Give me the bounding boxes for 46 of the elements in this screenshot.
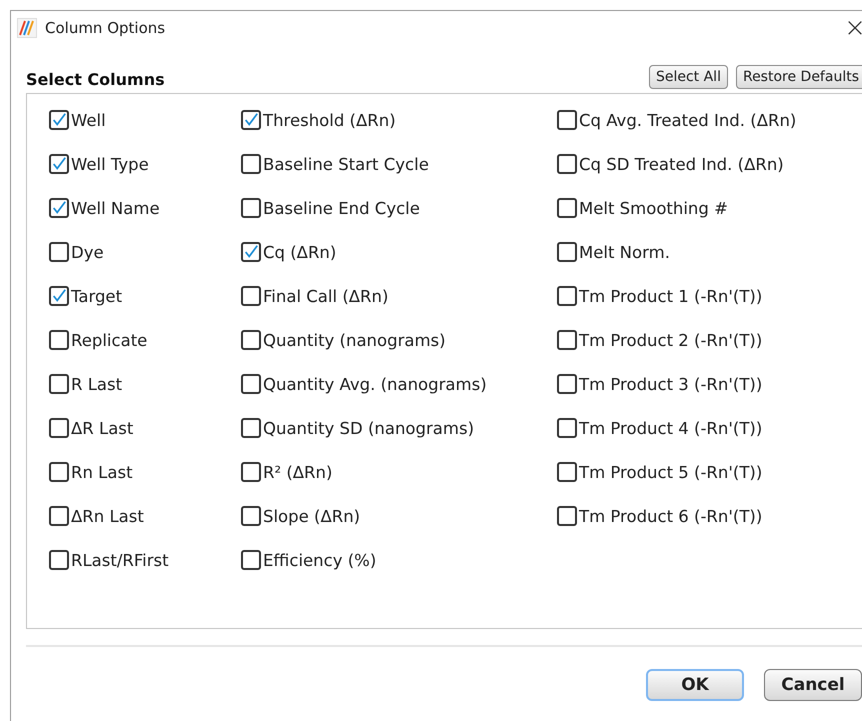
column-checkbox[interactable]: Efficiency (%)	[241, 548, 557, 572]
column-checkbox[interactable]: Tm Product 1 (-Rn'(T))	[557, 284, 796, 308]
column-checkbox[interactable]: Quantity SD (nanograms)	[241, 416, 557, 440]
column-checkbox[interactable]: Well Name	[49, 196, 241, 220]
check-icon	[51, 111, 67, 129]
column-checkbox[interactable]: Dye	[49, 240, 241, 264]
column-checkbox[interactable]: Cq Avg. Treated Ind. (ΔRn)	[557, 108, 796, 132]
column-checkbox[interactable]: R² (ΔRn)	[241, 460, 557, 484]
column-checkbox[interactable]: Tm Product 5 (-Rn'(T))	[557, 460, 796, 484]
column-checkbox[interactable]: Melt Norm.	[557, 240, 796, 264]
app-logo-icon	[17, 18, 37, 38]
column-checkbox[interactable]: Well	[49, 108, 241, 132]
column-checkbox[interactable]: ΔR Last	[49, 416, 241, 440]
column-checkbox[interactable]: RLast/RFirst	[49, 548, 241, 572]
column-checkbox[interactable]: Threshold (ΔRn)	[241, 108, 557, 132]
column-checkbox[interactable]: Quantity Avg. (nanograms)	[241, 372, 557, 396]
column-checkbox[interactable]: R Last	[49, 372, 241, 396]
dialog-button[interactable]: Cancel	[764, 669, 862, 701]
column-checkbox[interactable]: Quantity (nanograms)	[241, 328, 557, 352]
toolbar-button[interactable]: Restore Defaults	[736, 65, 862, 89]
check-icon	[243, 111, 259, 129]
column-checkbox[interactable]: Tm Product 2 (-Rn'(T))	[557, 328, 796, 352]
check-icon	[51, 155, 67, 173]
column-checkbox[interactable]: Tm Product 3 (-Rn'(T))	[557, 372, 796, 396]
column-checkbox[interactable]: ΔRn Last	[49, 504, 241, 528]
toolbar-button[interactable]: Select All	[648, 65, 728, 89]
column-checkbox[interactable]: Final Call (ΔRn)	[241, 284, 557, 308]
window-title: Column Options	[45, 19, 166, 37]
check-icon	[243, 243, 259, 261]
column-checkbox[interactable]: Melt Smoothing #	[557, 196, 796, 220]
column-checkbox[interactable]: Tm Product 4 (-Rn'(T))	[557, 416, 796, 440]
check-icon	[51, 287, 67, 305]
dialog-button[interactable]: OK	[646, 669, 744, 701]
column-checkbox[interactable]: Slope (ΔRn)	[241, 504, 557, 528]
check-icon	[51, 199, 67, 217]
column-checkbox[interactable]: Tm Product 6 (-Rn'(T))	[557, 504, 796, 528]
column-checkbox[interactable]: Rn Last	[49, 460, 241, 484]
close-button[interactable]: ×	[840, 13, 862, 43]
column-checkbox[interactable]: Cq SD Treated Ind. (ΔRn)	[557, 152, 796, 176]
column-checkbox[interactable]: Baseline End Cycle	[241, 196, 557, 220]
column-checkbox[interactable]: Replicate	[49, 328, 241, 352]
section-heading: Select Columns	[26, 70, 165, 89]
column-checkbox[interactable]: Well Type	[49, 152, 241, 176]
column-checkbox[interactable]: Target	[49, 284, 241, 308]
column-checkbox[interactable]: Cq (ΔRn)	[241, 240, 557, 264]
column-checkbox[interactable]: Baseline Start Cycle	[241, 152, 557, 176]
